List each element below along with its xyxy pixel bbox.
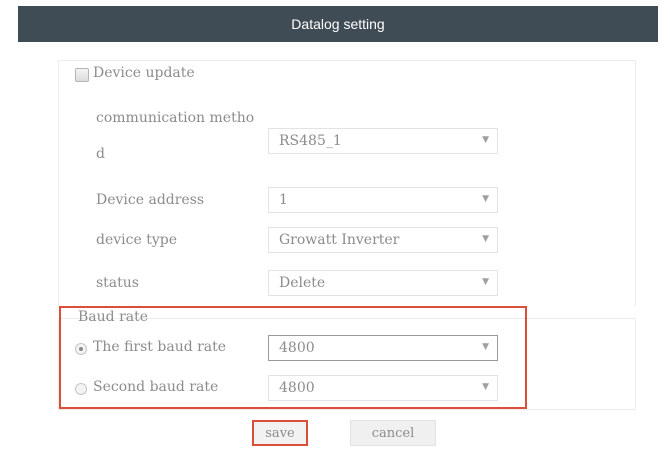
device-type-value: Growatt Inverter (279, 232, 400, 248)
device-update-label: Device update (93, 65, 195, 81)
status-label: status (96, 275, 139, 291)
comm-method-label-line2: d (96, 146, 105, 162)
device-address-label: Device address (96, 192, 205, 208)
first-baud-label: The first baud rate (93, 339, 227, 355)
device-type-select[interactable]: Growatt Inverter ▼ (268, 227, 498, 253)
first-baud-select[interactable]: 4800 ▼ (268, 335, 498, 361)
chevron-down-icon: ▼ (482, 234, 489, 244)
chevron-down-icon: ▼ (482, 135, 489, 145)
comm-method-select[interactable]: RS485_1 ▼ (268, 128, 498, 154)
device-address-select[interactable]: 1 ▼ (268, 187, 498, 213)
chevron-down-icon: ▼ (482, 342, 489, 352)
device-address-value: 1 (279, 192, 288, 208)
status-select[interactable]: Delete ▼ (268, 270, 498, 296)
dialog-title: Datalog setting (291, 16, 385, 32)
first-baud-value: 4800 (279, 340, 315, 356)
save-button[interactable]: save (252, 420, 308, 446)
dialog-title-bar: Datalog setting (18, 6, 658, 42)
second-baud-label: Second baud rate (93, 379, 219, 395)
second-baud-value: 4800 (279, 380, 315, 396)
comm-method-label-line1: communication metho (96, 110, 255, 126)
device-update-checkbox[interactable] (75, 68, 89, 82)
first-baud-radio[interactable] (75, 343, 87, 355)
comm-method-value: RS485_1 (279, 133, 342, 149)
chevron-down-icon: ▼ (482, 277, 489, 287)
device-type-label: device type (96, 232, 177, 248)
second-baud-radio[interactable] (75, 383, 87, 395)
cancel-button[interactable]: cancel (350, 420, 436, 446)
second-baud-select[interactable]: 4800 ▼ (268, 375, 498, 401)
baud-rate-title: Baud rate (78, 309, 149, 325)
chevron-down-icon: ▼ (482, 194, 489, 204)
chevron-down-icon: ▼ (482, 382, 489, 392)
status-value: Delete (279, 275, 326, 291)
